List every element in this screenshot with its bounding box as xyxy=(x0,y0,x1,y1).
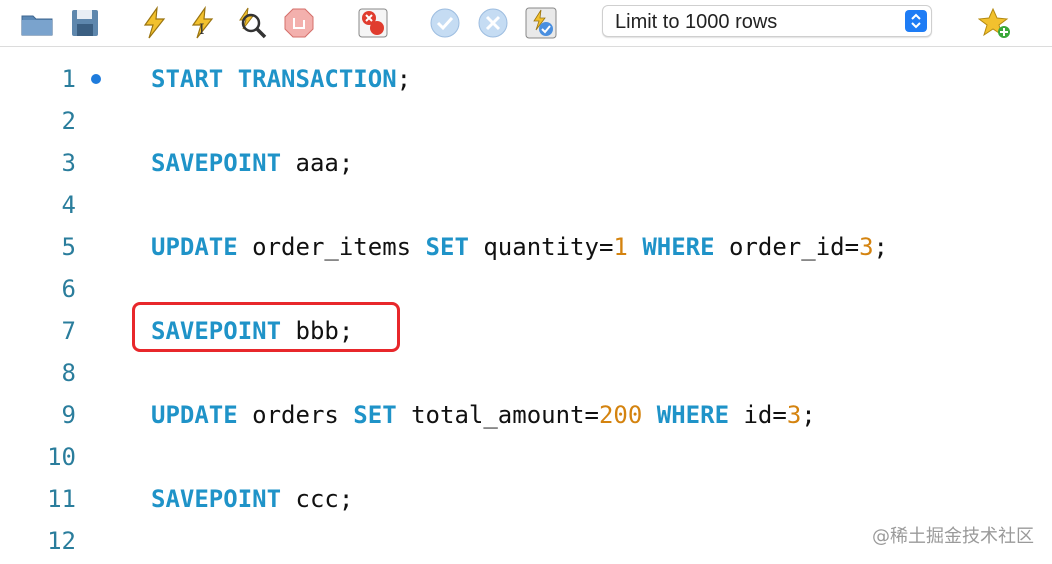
code-line-11: 11 SAVEPOINT ccc; xyxy=(0,478,1052,520)
line-number: 9 xyxy=(61,401,76,429)
sql-keyword: SAVEPOINT xyxy=(151,485,282,513)
code-line-2: 2 xyxy=(0,100,1052,142)
sql-keyword: UPDATE xyxy=(151,401,238,429)
sql-number: 3 xyxy=(859,233,874,261)
sql-text: ; xyxy=(801,401,816,429)
line-number: 4 xyxy=(61,191,76,219)
sql-text: id= xyxy=(729,401,787,429)
line-number: 12 xyxy=(47,527,76,555)
sql-keyword: SET xyxy=(353,401,397,429)
code-text: SAVEPOINT ccc; xyxy=(151,478,353,520)
sql-editor[interactable]: 1 START TRANSACTION; 2 3 SAVEPOINT aaa; … xyxy=(0,47,1052,564)
explain-icon[interactable] xyxy=(234,6,268,40)
sql-text: ; xyxy=(873,233,888,261)
code-text: SAVEPOINT aaa; xyxy=(151,142,353,184)
line-number: 3 xyxy=(61,149,76,177)
toggle-error-icon[interactable] xyxy=(356,6,390,40)
code-line-10: 10 xyxy=(0,436,1052,478)
code-text: START TRANSACTION; xyxy=(151,58,411,100)
stop-icon[interactable] xyxy=(282,6,316,40)
sql-number: 1 xyxy=(613,233,628,261)
line-number: 2 xyxy=(61,107,76,135)
sql-text: order_id= xyxy=(714,233,860,261)
line-number: 1 xyxy=(61,65,76,93)
svg-text:I: I xyxy=(199,22,205,38)
toolbar: I Limit to 1000 rows xyxy=(0,0,1052,47)
line-number: 10 xyxy=(47,443,76,471)
sql-keyword: WHERE xyxy=(642,233,715,261)
sql-text: orders xyxy=(237,401,354,429)
commit-icon[interactable] xyxy=(428,6,462,40)
code-line-4: 4 xyxy=(0,184,1052,226)
line-number: 11 xyxy=(47,485,76,513)
code-line-9: 9 UPDATE orders SET total_amount=200 WHE… xyxy=(0,394,1052,436)
code-text: UPDATE orders SET total_amount=200 WHERE… xyxy=(151,394,816,436)
sql-text: total_amount= xyxy=(396,401,599,429)
code-text: UPDATE order_items SET quantity=1 WHERE … xyxy=(151,226,888,268)
line-number: 6 xyxy=(61,275,76,303)
sql-number: 200 xyxy=(598,401,643,429)
select-arrows-icon xyxy=(905,10,927,32)
sql-text: ; xyxy=(396,65,412,93)
sql-keyword: START TRANSACTION xyxy=(151,65,397,93)
sql-keyword: UPDATE xyxy=(151,233,238,261)
limit-rows-value: Limit to 1000 rows xyxy=(615,11,778,33)
code-line-3: 3 SAVEPOINT aaa; xyxy=(0,142,1052,184)
code-line-1: 1 START TRANSACTION; xyxy=(0,58,1052,100)
sql-keyword: SAVEPOINT xyxy=(151,149,282,177)
sql-text: quantity= xyxy=(468,233,614,261)
save-icon[interactable] xyxy=(68,6,102,40)
execute-icon[interactable] xyxy=(138,6,172,40)
sql-text: ccc; xyxy=(281,485,354,513)
execute-current-icon[interactable]: I xyxy=(186,6,220,40)
line-number: 5 xyxy=(61,233,76,261)
sql-keyword: SET xyxy=(425,233,469,261)
code-line-5: 5 UPDATE order_items SET quantity=1 WHER… xyxy=(0,226,1052,268)
add-snippet-icon[interactable] xyxy=(978,6,1012,40)
sql-number: 3 xyxy=(786,401,802,429)
sql-keyword: WHERE xyxy=(656,401,730,429)
sql-text: order_items xyxy=(237,233,426,261)
autocommit-icon[interactable] xyxy=(524,6,558,40)
rollback-icon[interactable] xyxy=(476,6,510,40)
highlight-annotation xyxy=(132,302,400,352)
statement-marker-icon xyxy=(91,74,101,84)
watermark: @稀土掘金技术社区 xyxy=(872,526,1034,547)
open-folder-icon[interactable] xyxy=(20,6,54,40)
line-number: 7 xyxy=(61,317,76,345)
code-line-8: 8 xyxy=(0,352,1052,394)
line-number: 8 xyxy=(61,359,76,387)
sql-text: aaa; xyxy=(281,149,354,177)
limit-rows-select[interactable]: Limit to 1000 rows xyxy=(602,5,932,37)
